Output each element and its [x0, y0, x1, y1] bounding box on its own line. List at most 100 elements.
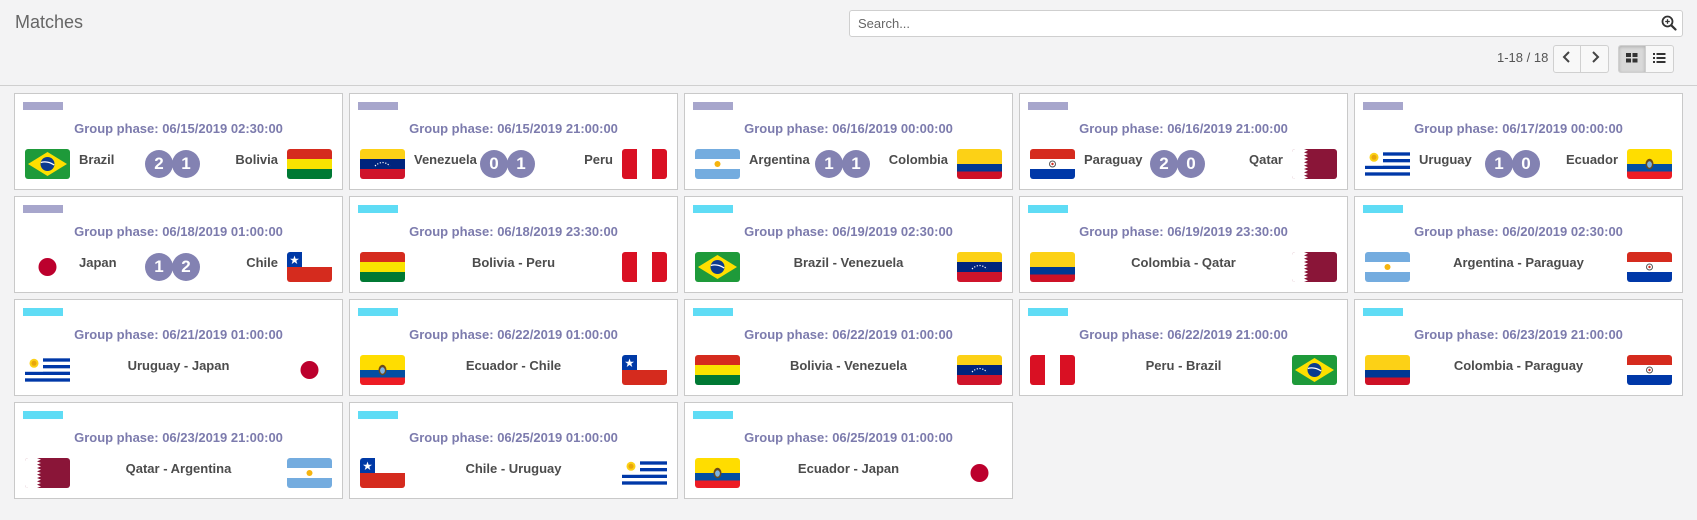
- home-team-name: Paraguay: [1084, 152, 1143, 167]
- match-pairing: Bolivia - Venezuela: [789, 358, 908, 373]
- color-tag: [1363, 205, 1403, 213]
- control-panel-divider: [0, 85, 1697, 86]
- chevron-right-icon: [1590, 50, 1600, 68]
- match-card[interactable]: Group phase: 06/21/2019 01:00:00 Uruguay …: [14, 299, 343, 396]
- home-goals-badge: 1: [815, 150, 843, 178]
- score: 21: [145, 150, 200, 178]
- color-tag: [23, 411, 63, 419]
- argentina-flag-icon: [695, 149, 740, 179]
- match-datetime: Group phase: 06/15/2019 21:00:00: [409, 121, 618, 136]
- match-datetime: Group phase: 06/25/2019 01:00:00: [409, 430, 618, 445]
- match-card[interactable]: Group phase: 06/23/2019 21:00:00 Colombia…: [1354, 299, 1683, 396]
- view-switcher: [1618, 45, 1674, 73]
- match-card[interactable]: Group phase: 06/19/2019 23:30:00 Colombia…: [1019, 196, 1348, 293]
- home-team-name: Venezuela: [414, 152, 477, 167]
- match-datetime: Group phase: 06/22/2019 01:00:00: [409, 327, 618, 342]
- home-goals-badge: 1: [145, 253, 173, 281]
- match-card[interactable]: Group phase: 06/20/2019 02:30:00 Argentin…: [1354, 196, 1683, 293]
- match-card[interactable]: Group phase: 06/15/2019 21:00:00 Venezuel…: [349, 93, 678, 190]
- color-tag: [23, 308, 63, 316]
- pager-value[interactable]: 1-18 / 18: [1497, 50, 1548, 65]
- color-tag: [358, 102, 398, 110]
- away-team-name: Bolivia: [235, 152, 278, 167]
- match-pairing: Bolivia - Peru: [471, 255, 556, 270]
- color-tag: [693, 308, 733, 316]
- chevron-left-icon: [1562, 50, 1572, 68]
- color-tag: [23, 102, 63, 110]
- page-title: Matches: [15, 12, 84, 32]
- match-card[interactable]: Group phase: 06/17/2019 00:00:00 Uruguay E…: [1354, 93, 1683, 190]
- brazil-flag-icon: [25, 149, 70, 179]
- peru-flag-icon: [622, 149, 667, 179]
- list-view-icon: [1653, 50, 1666, 68]
- color-tag: [1028, 308, 1068, 316]
- match-datetime: Group phase: 06/19/2019 23:30:00: [1079, 224, 1288, 239]
- match-card[interactable]: Group phase: 06/25/2019 01:00:00 Ecuador …: [684, 402, 1013, 499]
- pager-next-button[interactable]: [1581, 45, 1609, 73]
- score: 12: [145, 253, 200, 281]
- match-datetime: Group phase: 06/22/2019 21:00:00: [1079, 327, 1288, 342]
- match-datetime: Group phase: 06/20/2019 02:30:00: [1414, 224, 1623, 239]
- match-card[interactable]: Group phase: 06/18/2019 01:00:00 Japan Chi…: [14, 196, 343, 293]
- match-card[interactable]: Group phase: 06/25/2019 01:00:00 Chile - …: [349, 402, 678, 499]
- list-view-button[interactable]: [1646, 45, 1674, 73]
- away-team-name: Ecuador: [1565, 152, 1618, 167]
- match-datetime: Group phase: 06/17/2019 00:00:00: [1414, 121, 1623, 136]
- match-datetime: Group phase: 06/16/2019 00:00:00: [744, 121, 953, 136]
- match-datetime: Group phase: 06/23/2019 21:00:00: [1414, 327, 1623, 342]
- home-goals-badge: 2: [1150, 150, 1178, 178]
- qatar-flag-icon: [1292, 149, 1337, 179]
- match-card[interactable]: Group phase: 06/18/2019 23:30:00 Bolivia …: [349, 196, 678, 293]
- japan-flag-icon: [25, 252, 70, 282]
- match-card[interactable]: Group phase: 06/22/2019 01:00:00 Bolivia …: [684, 299, 1013, 396]
- color-tag: [358, 411, 398, 419]
- color-tag: [358, 205, 398, 213]
- kanban-view-icon: [1626, 50, 1638, 68]
- match-pairing: Ecuador - Japan: [797, 461, 900, 476]
- pager-previous-button[interactable]: [1553, 45, 1581, 73]
- match-pairing: Colombia - Paraguay: [1453, 358, 1584, 373]
- search-input[interactable]: [850, 11, 1646, 36]
- match-card[interactable]: Group phase: 06/19/2019 02:30:00 Brazil -…: [684, 196, 1013, 293]
- paraguay-flag-icon: [1030, 149, 1075, 179]
- match-card[interactable]: Group phase: 06/15/2019 02:30:00 Brazil Bo…: [14, 93, 343, 190]
- away-goals-badge: 0: [1512, 150, 1540, 178]
- match-datetime: Group phase: 06/16/2019 21:00:00: [1079, 121, 1288, 136]
- uruguay-flag-icon: [1365, 149, 1410, 179]
- color-tag: [1363, 308, 1403, 316]
- match-datetime: Group phase: 06/18/2019 01:00:00: [74, 224, 283, 239]
- search-box[interactable]: [849, 10, 1683, 37]
- away-team-name: Colombia: [888, 152, 948, 167]
- match-pairing: Uruguay - Japan: [127, 358, 230, 373]
- color-tag: [693, 205, 733, 213]
- score: 20: [1150, 150, 1205, 178]
- match-datetime: Group phase: 06/23/2019 21:00:00: [74, 430, 283, 445]
- away-team-name: Qatar: [1249, 152, 1283, 167]
- home-goals-badge: 0: [480, 150, 508, 178]
- home-team-name: Uruguay: [1419, 152, 1472, 167]
- away-goals-badge: 1: [507, 150, 535, 178]
- bolivia-flag-icon: [287, 149, 332, 179]
- kanban-grid: Group phase: 06/15/2019 02:30:00 Brazil Bo…: [14, 93, 1683, 499]
- match-pairing: Colombia - Qatar: [1131, 255, 1236, 270]
- match-card[interactable]: Group phase: 06/16/2019 21:00:00 Paraguay…: [1019, 93, 1348, 190]
- search-zoom-icon[interactable]: [1661, 15, 1677, 36]
- home-goals-badge: 1: [1485, 150, 1513, 178]
- match-pairing: Argentina - Paraguay: [1453, 255, 1584, 270]
- ecuador-flag-icon: [1627, 149, 1672, 179]
- match-card[interactable]: Group phase: 06/22/2019 01:00:00 Ecuador …: [349, 299, 678, 396]
- kanban-view-button[interactable]: [1618, 45, 1646, 73]
- color-tag: [693, 102, 733, 110]
- match-pairing: Ecuador - Chile: [465, 358, 562, 373]
- away-team-name: Peru: [584, 152, 613, 167]
- match-datetime: Group phase: 06/21/2019 01:00:00: [74, 327, 283, 342]
- match-card[interactable]: Group phase: 06/22/2019 21:00:00 Peru - B…: [1019, 299, 1348, 396]
- color-tag: [693, 411, 733, 419]
- colombia-flag-icon: [957, 149, 1002, 179]
- match-datetime: Group phase: 06/19/2019 02:30:00: [744, 224, 953, 239]
- match-pairing: Peru - Brazil: [1145, 358, 1222, 373]
- match-card[interactable]: Group phase: 06/16/2019 00:00:00 Argentin…: [684, 93, 1013, 190]
- match-card[interactable]: Group phase: 06/23/2019 21:00:00 Qatar - …: [14, 402, 343, 499]
- match-datetime: Group phase: 06/22/2019 01:00:00: [744, 327, 953, 342]
- pager-nav: [1553, 45, 1609, 73]
